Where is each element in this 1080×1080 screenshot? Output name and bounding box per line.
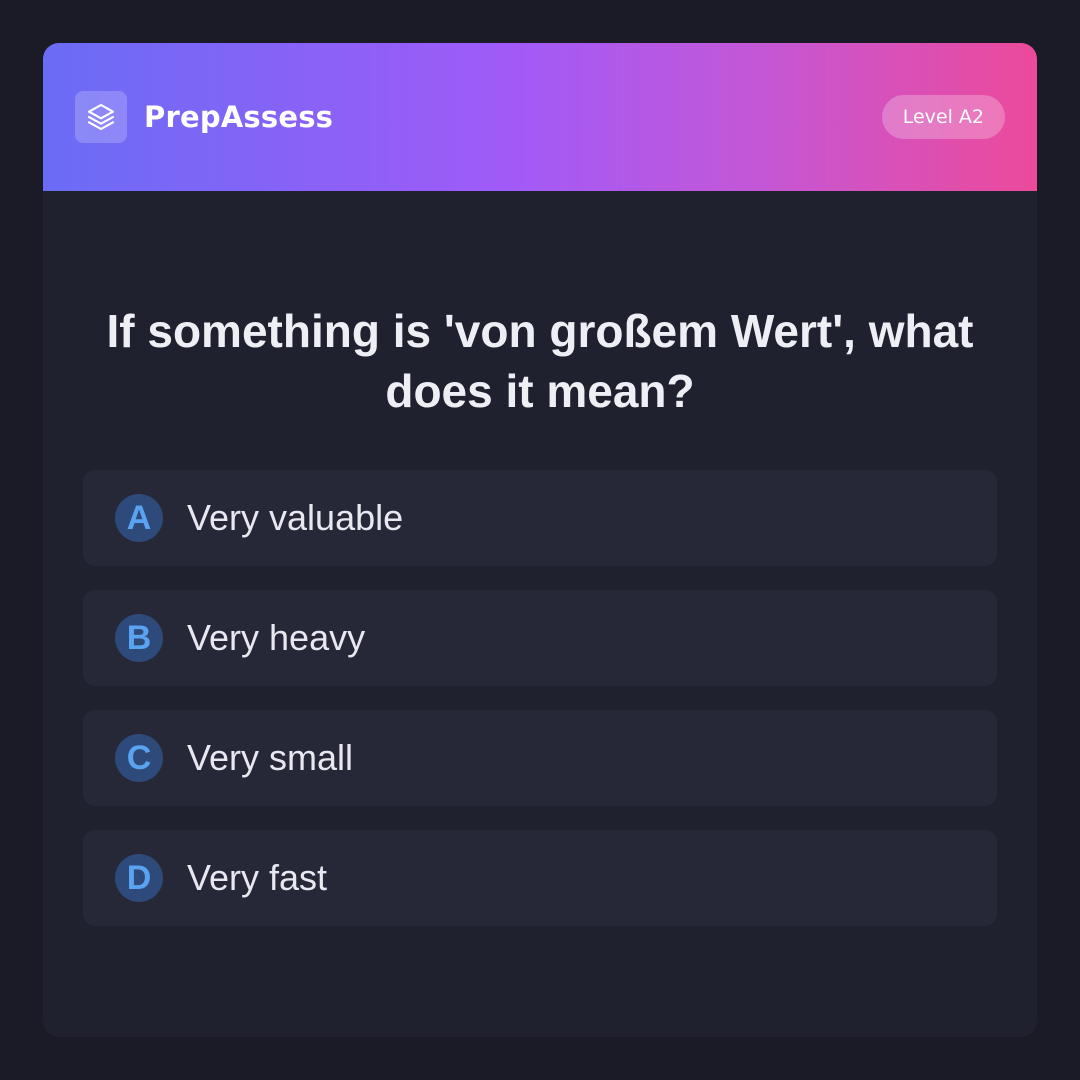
option-letter-badge: D [115,854,163,902]
option-b[interactable]: B Very heavy [83,590,997,686]
option-label: Very valuable [187,497,404,538]
option-label: Very heavy [187,617,366,658]
quiz-card: PrepAssess Level A2 If something is 'von… [43,43,1037,1037]
stacked-layers-icon [75,91,127,143]
brand-name: PrepAssess [144,100,334,134]
level-badge: Level A2 [881,95,1005,139]
option-d[interactable]: D Very fast [83,830,997,926]
question-text: If something is 'von großem Wert', what … [106,305,974,417]
header: PrepAssess Level A2 [43,43,1037,191]
option-label: Very small [187,737,354,778]
answer-options: A Very valuable B Very heavy C Very smal… [83,470,997,950]
option-letter-badge: C [115,734,163,782]
option-letter-badge: B [115,614,163,662]
option-label: Very fast [187,857,328,898]
option-letter-badge: A [115,494,163,542]
option-c[interactable]: C Very small [83,710,997,806]
option-a[interactable]: A Very valuable [83,470,997,566]
